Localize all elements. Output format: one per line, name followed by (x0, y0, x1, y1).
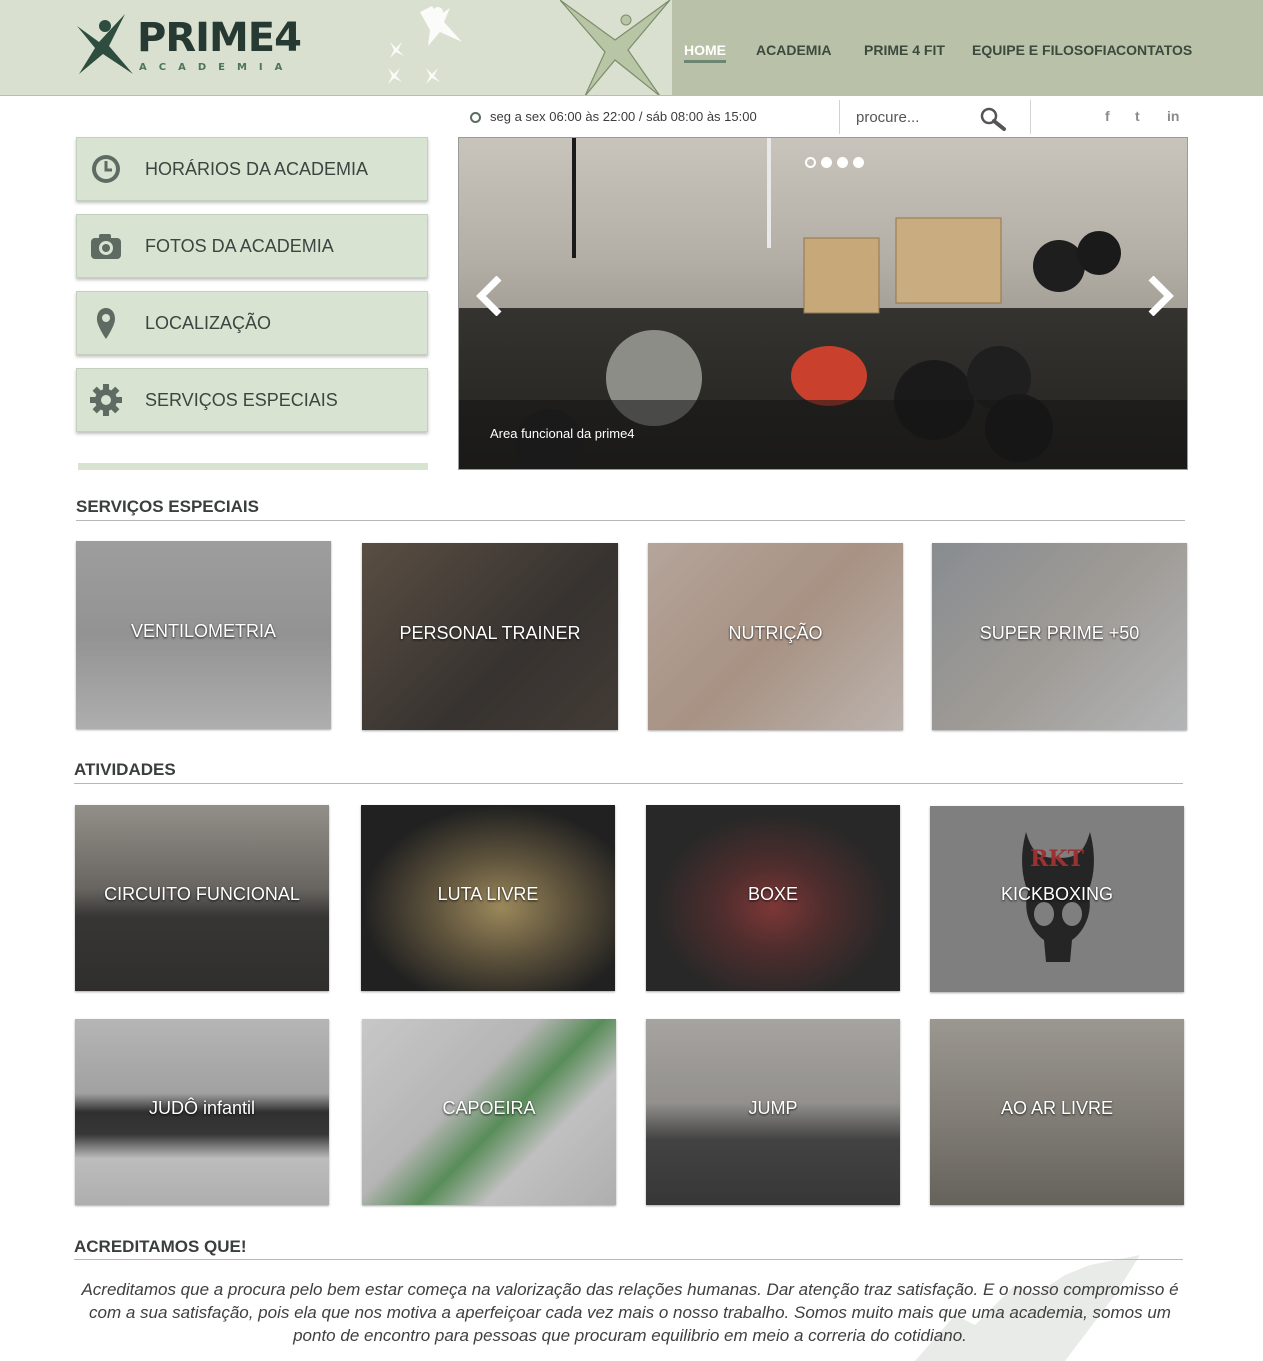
activity-tile-kickboxing[interactable]: RKT KICKBOXING (930, 806, 1184, 992)
section-title-activities: ATIVIDADES (74, 760, 176, 779)
slider-dots (805, 153, 869, 172)
map-pin-icon (96, 308, 115, 339)
chevron-right-icon[interactable] (1145, 276, 1177, 316)
tile-label: BOXE (747, 884, 799, 904)
activity-tile-boxe[interactable]: BOXE (646, 805, 900, 991)
service-tile-ventilometria[interactable]: VENTILOMETRIA (76, 541, 331, 729)
facebook-icon[interactable]: f (1105, 108, 1110, 124)
menu-localizacao[interactable]: LOCALIZAÇÃO (76, 291, 428, 355)
menu-label: SERVIÇOS ESPECIAIS (145, 390, 338, 410)
divider (1030, 100, 1031, 134)
search-icon[interactable] (980, 107, 1006, 131)
menu-label: LOCALIZAÇÃO (145, 313, 272, 333)
nav-academia[interactable]: ACADEMIA (756, 42, 831, 58)
section-divider (74, 783, 1183, 784)
slider-dot[interactable] (837, 157, 848, 168)
tile-label: CAPOEIRA (442, 1098, 536, 1118)
site-header: PRIME4 ACADEMIA HOME ACADEMIA PRIME 4 FI… (0, 0, 1263, 96)
logo-x-icon (77, 14, 133, 74)
menu-servicos[interactable]: SERVIÇOS ESPECIAIS (76, 368, 428, 432)
activity-tile-jump[interactable]: JUMP (646, 1019, 900, 1205)
nav-home[interactable]: HOME (684, 42, 726, 63)
logo-text: PRIME4 (137, 15, 302, 61)
image-slider[interactable]: Area funcional da prime4 (458, 137, 1188, 470)
slider-dot[interactable] (853, 157, 864, 168)
logo-subtitle: ACADEMIA (139, 62, 295, 73)
menu-label: HORÁRIOS DA ACADEMIA (145, 159, 369, 179)
nav-equipe-filosofia[interactable]: EQUIPE E FILOSOFIA (972, 42, 1117, 58)
activity-tile-capoeira[interactable]: CAPOEIRA (362, 1019, 616, 1205)
opening-hours: seg a sex 06:00 às 22:00 / sáb 08:00 às … (470, 109, 757, 124)
twitter-icon[interactable]: t (1135, 108, 1140, 124)
chevron-left-icon[interactable] (473, 276, 505, 316)
tile-label: NUTRIÇÃO (728, 623, 823, 643)
search-box (852, 104, 1012, 132)
section-title-about: ACREDITAMOS QUE! (74, 1237, 247, 1256)
service-tile-personal-trainer[interactable]: PERSONAL TRAINER (362, 543, 618, 730)
tile-label: JUDÔ infantil (148, 1098, 256, 1118)
gear-icon (90, 384, 122, 416)
activity-tile-circuito-funcional[interactable]: CIRCUITO FUNCIONAL (75, 805, 329, 991)
camera-icon (91, 234, 121, 259)
linkedin-icon[interactable]: in (1167, 108, 1179, 124)
decorative-x-icon (560, 0, 671, 95)
tile-label: CIRCUITO FUNCIONAL (104, 884, 300, 904)
clock-icon (470, 112, 481, 123)
tile-label: VENTILOMETRIA (130, 621, 277, 641)
clock-icon (92, 155, 120, 183)
logo[interactable]: PRIME4 ACADEMIA (75, 12, 302, 78)
tile-label: JUMP (748, 1098, 798, 1118)
slider-dot[interactable] (821, 157, 832, 168)
service-tile-super-prime[interactable]: SUPER PRIME +50 (932, 543, 1187, 730)
menu-fotos[interactable]: FOTOS DA ACADEMIA (76, 214, 428, 278)
slide-caption: Area funcional da prime4 (490, 426, 635, 441)
section-divider (76, 520, 1185, 521)
about-text: Acreditamos que a procura pelo bem estar… (81, 1280, 1179, 1345)
nav-prime4fit[interactable]: PRIME 4 FIT (864, 42, 945, 58)
hours-text: seg a sex 06:00 às 22:00 / sáb 08:00 às … (490, 109, 757, 124)
tile-label: PERSONAL TRAINER (399, 623, 581, 643)
tile-label: SUPER PRIME +50 (979, 623, 1140, 643)
service-tile-nutricao[interactable]: NUTRIÇÃO (648, 543, 903, 730)
menu-label: FOTOS DA ACADEMIA (145, 236, 334, 256)
activity-tile-luta-livre[interactable]: LUTA LIVRE (361, 805, 615, 991)
nav-contatos[interactable]: CONTATOS (1116, 42, 1192, 58)
menu-bottom-strip (78, 463, 428, 470)
tile-label: LUTA LIVRE (437, 884, 539, 904)
search-input[interactable] (852, 104, 972, 130)
section-title-services: SERVIÇOS ESPECIAIS (76, 497, 259, 516)
decorative-stars-icon (388, 6, 462, 84)
tile-label: KICKBOXING (1000, 884, 1114, 904)
activity-tile-ao-ar-livre[interactable]: AO AR LIVRE (930, 1019, 1184, 1205)
menu-horarios[interactable]: HORÁRIOS DA ACADEMIA (76, 137, 428, 201)
activity-tile-judo-infantil[interactable]: JUDÔ infantil (75, 1019, 329, 1205)
section-divider (74, 1259, 1183, 1260)
slider-dot[interactable] (805, 157, 816, 168)
tile-label: AO AR LIVRE (1000, 1098, 1114, 1118)
divider (839, 100, 840, 134)
